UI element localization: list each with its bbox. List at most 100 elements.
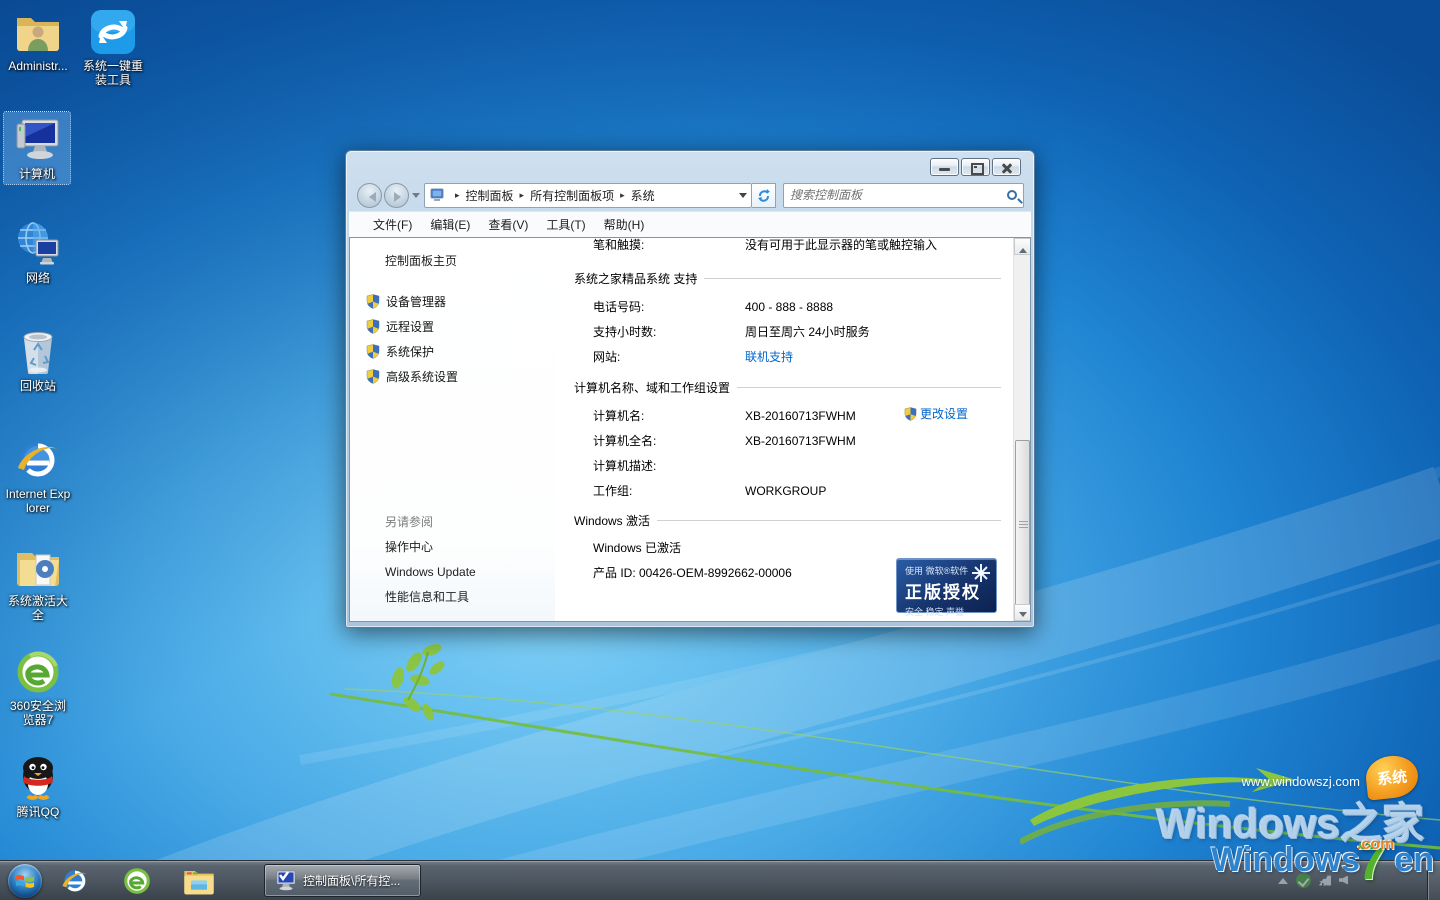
taskbar-explorer-button[interactable]	[182, 864, 216, 898]
desktop-icon-label: 网络	[5, 271, 71, 285]
full-name-label: 计算机全名:	[593, 432, 745, 449]
tray-chevron-up-icon[interactable]	[1278, 873, 1288, 884]
desktop-icon-activation-folder[interactable]: 系统激活大全	[5, 543, 71, 622]
website-row: 网站: 联机支持	[574, 344, 1013, 369]
system-window-icon	[273, 870, 297, 892]
qq-icon	[14, 754, 62, 802]
desktop-icon-internet-explorer[interactable]: Internet Explorer	[5, 436, 71, 515]
desktop-icon-label: 腾讯QQ	[5, 805, 71, 819]
address-bar[interactable]: ▸ 控制面板 ▸ 所有控制面板项 ▸ 系统	[424, 183, 752, 208]
genuine-software-badge[interactable]: 使用 微软®软件 正版授权 安全 稳定 声誉	[896, 558, 997, 613]
taskbar-360-browser-button[interactable]	[120, 864, 154, 898]
start-button[interactable]	[8, 864, 42, 898]
system-content: 笔和触摸: 没有可用于此显示器的笔或触控输入 系统之家精品系统 支持 电话号码:…	[555, 238, 1013, 621]
computer-name-section: 计算机名称、域和工作组设置 更改设置	[574, 380, 1013, 503]
desktop-icon-label: 360安全浏览器7	[5, 699, 71, 727]
desktop-icon-network[interactable]: 网络	[5, 220, 71, 285]
pen-touch-label: 笔和触摸:	[593, 238, 745, 253]
desktop-icon-label: Internet Explorer	[5, 487, 71, 515]
computer-name-label: 计算机名:	[593, 407, 745, 424]
ie-icon	[60, 866, 90, 896]
menu-edit[interactable]: 编辑(E)	[421, 212, 479, 237]
scroll-down-icon[interactable]	[1014, 604, 1031, 621]
learn-more-online-link[interactable]: 联机了解更多内容...	[893, 620, 999, 621]
sidebar-item-action-center[interactable]: 操作中心	[350, 535, 555, 560]
window-titlebar[interactable]	[346, 151, 1034, 179]
tray-network-icon[interactable]	[1319, 875, 1331, 886]
vertical-scrollbar[interactable]	[1013, 238, 1030, 621]
desktop-icon-administrator[interactable]: Administr...	[5, 8, 71, 73]
sidebar-item-device-manager[interactable]: 设备管理器	[350, 289, 555, 314]
support-section-title: 系统之家精品系统 支持	[574, 270, 697, 287]
sidebar-item-system-protection[interactable]: 系统保护	[350, 339, 555, 364]
sidebar-item-label: 系统保护	[386, 343, 434, 360]
breadcrumb-arrow-icon: ▸	[455, 190, 460, 201]
scrollbar-thumb[interactable]	[1015, 440, 1030, 608]
phone-row: 电话号码: 400 - 888 - 8888	[574, 294, 1013, 319]
activation-section: Windows 激活 Windows 已激活 产品 ID: 00426-OEM-…	[574, 513, 1013, 586]
tray-action-center-icon[interactable]	[1296, 873, 1311, 888]
menu-help[interactable]: 帮助(H)	[595, 212, 654, 237]
maximize-button[interactable]	[961, 158, 990, 176]
back-button[interactable]	[357, 183, 382, 208]
support-hours-label: 支持小时数:	[593, 323, 745, 340]
show-desktop-button[interactable]	[1427, 860, 1440, 900]
uac-shield-icon	[366, 294, 380, 309]
desktop-icon-computer[interactable]: 计算机	[4, 112, 70, 184]
desktop-icon-reinstall-tool[interactable]: 系统一键重装工具	[80, 8, 146, 87]
menu-file[interactable]: 文件(F)	[364, 212, 421, 237]
sidebar-item-windows-update[interactable]: Windows Update	[350, 560, 555, 585]
recent-pages-icon[interactable]	[412, 193, 420, 202]
sidebar-item-performance-tools[interactable]: 性能信息和工具	[350, 585, 555, 610]
menu-tools[interactable]: 工具(T)	[537, 212, 594, 237]
computer-name-section-title: 计算机名称、域和工作组设置	[574, 379, 730, 396]
sidebar-item-control-panel-home[interactable]: 控制面板主页	[350, 252, 555, 269]
navigation-bar: ▸ 控制面板 ▸ 所有控制面板项 ▸ 系统	[346, 179, 1034, 211]
search-box[interactable]	[783, 183, 1024, 208]
uac-shield-icon	[366, 319, 380, 334]
breadcrumb-control-panel[interactable]: 控制面板	[466, 187, 514, 204]
scroll-up-icon[interactable]	[1014, 238, 1031, 255]
taskbar-ie-button[interactable]	[58, 864, 92, 898]
see-also-section: 另请参阅 操作中心 Windows Update 性能信息和工具	[350, 510, 555, 610]
desktop-icon-qq[interactable]: 腾讯QQ	[5, 754, 71, 819]
full-name-value: XB-20160713FWHM	[745, 434, 1013, 448]
tray-clock[interactable]	[1356, 867, 1426, 893]
breadcrumb-system[interactable]: 系统	[631, 187, 655, 204]
desktop-icon-360-browser[interactable]: 360安全浏览器7	[5, 648, 71, 727]
search-icon[interactable]	[1007, 190, 1017, 200]
pen-touch-row: 笔和触摸: 没有可用于此显示器的笔或触控输入	[574, 238, 1013, 257]
computer-icon	[13, 116, 61, 164]
system-tray	[1278, 860, 1426, 900]
description-label: 计算机描述:	[593, 457, 745, 474]
sidebar-item-remote-settings[interactable]: 远程设置	[350, 314, 555, 339]
address-dropdown-icon[interactable]	[739, 193, 747, 202]
change-settings-link[interactable]: 更改设置	[904, 405, 968, 422]
description-row: 计算机描述:	[574, 453, 1013, 478]
refresh-button[interactable]	[752, 183, 776, 208]
taskbar: 控制面板\所有控...	[0, 860, 1440, 900]
online-support-link[interactable]: 联机支持	[745, 348, 1013, 365]
close-button[interactable]	[992, 158, 1021, 176]
desktop-icon-label: 系统一键重装工具	[80, 59, 146, 87]
desktop-icon-recycle-bin[interactable]: 回收站	[5, 328, 71, 393]
workgroup-value: WORKGROUP	[745, 484, 1013, 498]
phone-label: 电话号码:	[593, 298, 745, 315]
minimize-button[interactable]	[930, 158, 959, 176]
taskbar-task-control-panel[interactable]: 控制面板\所有控...	[264, 864, 421, 897]
forward-button[interactable]	[384, 183, 409, 208]
menu-view[interactable]: 查看(V)	[479, 212, 537, 237]
pen-touch-value: 没有可用于此显示器的笔或触控输入	[745, 238, 1013, 253]
workgroup-label: 工作组:	[593, 482, 745, 499]
section-divider	[704, 278, 1001, 279]
desktop-icon-label: 计算机	[4, 167, 70, 181]
sidebar-item-advanced-settings[interactable]: 高级系统设置	[350, 364, 555, 389]
desktop-icon-label: Administr...	[5, 59, 71, 73]
tray-volume-icon[interactable]	[1339, 876, 1348, 885]
control-panel-icon	[429, 188, 445, 202]
uac-shield-icon	[366, 344, 380, 359]
breadcrumb-all-items[interactable]: 所有控制面板项	[530, 187, 614, 204]
menu-bar: 文件(F) 编辑(E) 查看(V) 工具(T) 帮助(H)	[349, 211, 1031, 237]
refresh-icon	[757, 188, 771, 202]
search-input[interactable]	[790, 188, 1007, 202]
